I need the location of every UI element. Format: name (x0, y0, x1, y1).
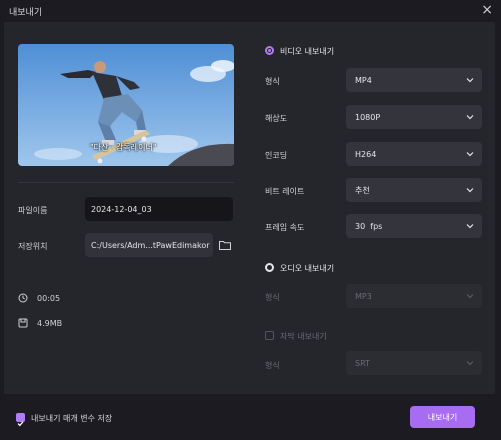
subtitle-format-label: 형식 (265, 361, 280, 370)
video-export-radio[interactable] (265, 46, 274, 55)
chevron-down-icon (466, 294, 474, 299)
video-export-label: 비디오 내보내기 (280, 47, 335, 56)
bitrate-value: 추천 (355, 185, 370, 195)
save-location-value: C:/Users/Adm...tPawEdimakor (91, 240, 210, 250)
frame-rate-select[interactable]: 30 fps (346, 214, 482, 238)
folder-icon[interactable] (219, 240, 231, 250)
video-preview: "다산 · 감독레이너" (18, 44, 234, 166)
chevron-down-icon (466, 224, 474, 229)
frame-rate-value: 30 fps (355, 221, 383, 231)
preview-subtitle: "다산 · 감독레이너" (90, 143, 157, 152)
audio-format-select: MP3 (346, 284, 482, 308)
audio-export-radio[interactable] (265, 263, 274, 272)
file-size-text: 4.9MB (37, 319, 63, 328)
save-location-label: 저장위치 (18, 242, 48, 251)
duration-text: 00:05 (37, 294, 61, 303)
title-bar: 내보내기 × (0, 0, 501, 22)
check-icon (17, 421, 24, 427)
format-label: 형식 (265, 77, 280, 86)
clock-icon (18, 293, 28, 303)
resolution-value: 1080P (355, 112, 381, 122)
audio-format-label: 형식 (265, 293, 280, 302)
save-location-field[interactable]: C:/Users/Adm...tPawEdimakor (85, 233, 213, 257)
file-name-input[interactable]: 2024-12-04_03 (85, 197, 233, 221)
audio-format-value: MP3 (355, 291, 372, 301)
window-title: 내보내기 (9, 8, 43, 18)
subtitle-format-value: SRT (355, 358, 370, 368)
remember-settings-label: 내보내기 매개 변수 저장 (31, 414, 113, 423)
export-button-label: 내보내기 (427, 412, 458, 422)
file-name-value: 2024-12-04_03 (91, 204, 152, 214)
chevron-down-icon (466, 188, 474, 193)
file-name-label: 파일이름 (18, 206, 48, 215)
remember-settings-checkbox[interactable] (16, 413, 25, 427)
bitrate-label: 비트 레이트 (265, 187, 305, 196)
subtitle-format-select: SRT (346, 351, 482, 375)
file-size-icon (18, 318, 28, 328)
encoding-value: H264 (355, 149, 377, 159)
encoding-label: 인코딩 (265, 151, 288, 160)
chevron-down-icon (466, 152, 474, 157)
resolution-select[interactable]: 1080P (346, 105, 482, 129)
chevron-down-icon (466, 361, 474, 366)
export-button[interactable]: 내보내기 (410, 406, 475, 428)
subtitle-export-checkbox[interactable] (265, 331, 274, 340)
close-icon[interactable]: × (481, 2, 493, 18)
frame-rate-label: 프레임 속도 (265, 223, 305, 232)
encoding-select[interactable]: H264 (346, 142, 482, 166)
bitrate-select[interactable]: 추천 (346, 178, 482, 202)
subtitle-export-label: 자막 내보내기 (280, 332, 327, 341)
format-value: MP4 (355, 75, 372, 85)
chevron-down-icon (466, 78, 474, 83)
audio-export-label: 오디오 내보내기 (280, 264, 335, 273)
chevron-down-icon (466, 115, 474, 120)
divider (18, 182, 234, 183)
resolution-label: 해상도 (265, 114, 288, 123)
format-select[interactable]: MP4 (346, 68, 482, 92)
